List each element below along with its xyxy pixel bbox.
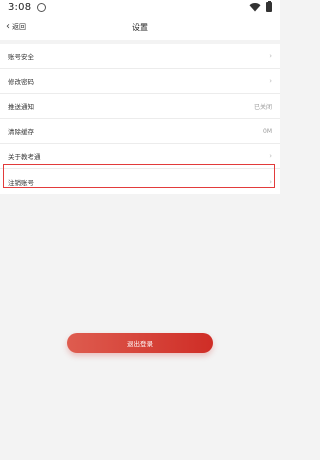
settings-list: 账号安全 › 修改密码 › 推送通知 已关闭 清除缓存 0M 关于教考通 › 注…	[0, 44, 280, 194]
status-icons	[249, 0, 272, 12]
back-button[interactable]: ‹ 返回	[6, 18, 26, 36]
chevron-right-icon: ›	[269, 77, 272, 85]
chevron-right-icon: ›	[269, 152, 272, 160]
chevron-right-icon: ›	[269, 177, 272, 186]
settings-item-change-password[interactable]: 修改密码 ›	[0, 69, 280, 94]
back-label: 返回	[12, 23, 26, 31]
settings-item-label: 账号安全	[8, 53, 34, 61]
settings-item-account-security[interactable]: 账号安全 ›	[0, 44, 280, 69]
settings-item-label: 清除缓存	[8, 128, 34, 136]
chevron-right-icon: ›	[269, 52, 272, 60]
settings-item-value: 0M	[263, 127, 272, 135]
settings-item-clear-cache[interactable]: 清除缓存 0M	[0, 119, 280, 144]
chevron-left-icon: ‹	[6, 21, 10, 32]
settings-item-delete-account[interactable]: 注销账号 ›	[0, 169, 280, 194]
page-title: 设置	[132, 22, 148, 32]
app-notification-icon	[37, 2, 47, 12]
settings-item-label: 关于教考通	[8, 153, 41, 161]
settings-item-label: 注销账号	[8, 178, 34, 187]
settings-item-label: 修改密码	[8, 78, 34, 86]
nav-bar: ‹ 返回 设置	[0, 14, 280, 40]
status-time: 3:08	[8, 1, 32, 13]
logout-button[interactable]: 退出登录	[67, 333, 213, 353]
battery-icon	[266, 0, 272, 12]
status-bar: 3:08	[0, 0, 280, 14]
settings-item-about[interactable]: 关于教考通 ›	[0, 144, 280, 169]
wifi-icon	[249, 3, 261, 12]
settings-item-value: 已关闭	[253, 103, 272, 111]
settings-item-label: 推送通知	[8, 103, 34, 111]
settings-item-push-notifications[interactable]: 推送通知 已关闭	[0, 94, 280, 119]
settings-screen: 3:08 ‹ 返回 设置 账号安全 › 修改密码 › 推送通知 已关闭 清除缓存…	[0, 0, 280, 460]
